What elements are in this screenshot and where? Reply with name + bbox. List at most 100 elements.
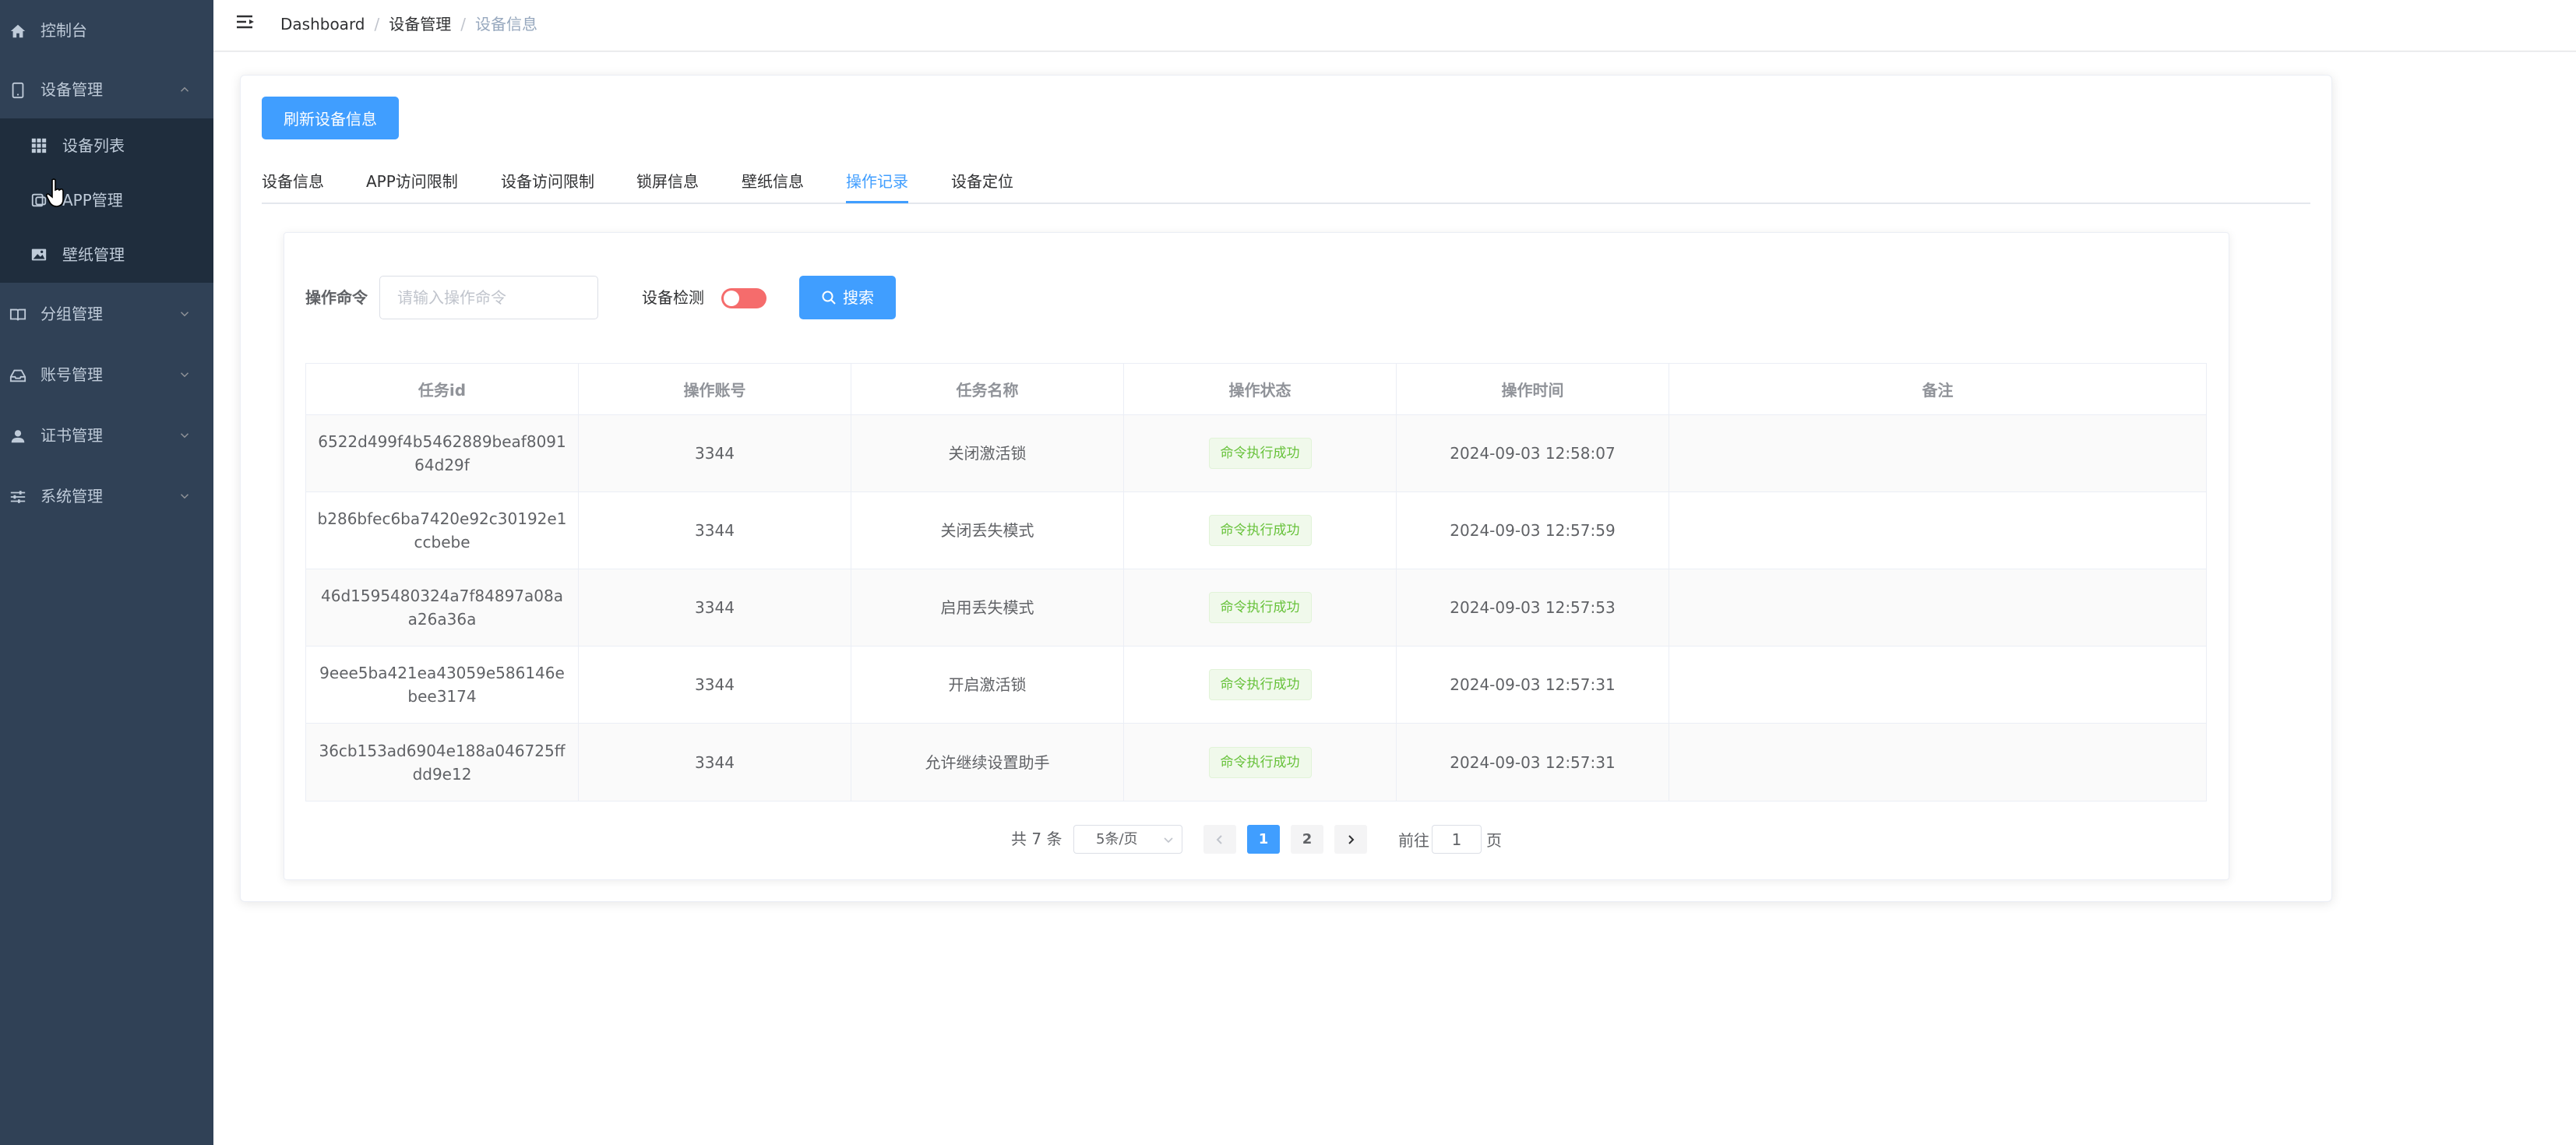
sidebar-item-label: 设备管理	[41, 80, 103, 99]
cell-note	[1669, 492, 2206, 569]
command-label: 操作命令	[305, 288, 368, 307]
cell-time: 2024-09-03 12:57:59	[1397, 492, 1669, 569]
status-badge: 命令执行成功	[1208, 746, 1312, 778]
page-button-1[interactable]: 1	[1247, 825, 1280, 854]
image-icon	[31, 248, 47, 261]
column-header-task-name: 任务名称	[851, 364, 1124, 414]
sidebar-item-system-management[interactable]: 系统管理	[0, 466, 213, 527]
sliders-icon	[10, 491, 26, 503]
tab-lock-screen-info[interactable]: 锁屏信息	[636, 171, 699, 192]
tab-app-restriction[interactable]: APP访问限制	[366, 171, 458, 192]
book-icon	[9, 308, 26, 321]
sidebar-item-group-management[interactable]: 分组管理	[0, 284, 213, 344]
cell-account: 3344	[579, 724, 851, 801]
column-header-status: 操作状态	[1124, 364, 1397, 414]
chevron-down-icon	[1164, 837, 1173, 844]
tab-operation-log[interactable]: 操作记录	[846, 171, 908, 192]
command-input[interactable]	[380, 277, 597, 319]
refresh-device-button[interactable]: 刷新设备信息	[262, 97, 399, 139]
next-page-button[interactable]	[1334, 825, 1367, 854]
cell-status: 命令执行成功	[1124, 569, 1397, 646]
sidebar-item-account-management[interactable]: 账号管理	[0, 344, 213, 405]
table-row: 6522d499f4b5462889beaf809164d29f 3344 关闭…	[306, 415, 2206, 492]
submenu-device-management: 设备列表 APP管理 壁纸管理	[0, 118, 213, 283]
cell-status: 命令执行成功	[1124, 646, 1397, 723]
cell-task-id: 46d1595480324a7f84897a08aa26a36a	[306, 569, 579, 646]
cell-task-id: 6522d499f4b5462889beaf809164d29f	[306, 415, 579, 491]
cell-status: 命令执行成功	[1124, 415, 1397, 491]
page-size-select[interactable]: 5条/页	[1073, 825, 1182, 854]
sidebar-item-label: 账号管理	[41, 365, 103, 384]
table-row: 36cb153ad6904e188a046725ffdd9e12 3344 允许…	[306, 724, 2206, 801]
cell-time: 2024-09-03 12:57:53	[1397, 569, 1669, 646]
sidebar-item-device-management[interactable]: 设备管理	[0, 59, 213, 120]
cell-task-id: b286bfec6ba7420e92c30192e1ccbebe	[306, 492, 579, 569]
breadcrumb-separator: /	[460, 15, 467, 33]
chevron-right-icon	[1348, 834, 1355, 844]
hamburger-icon[interactable]	[235, 13, 257, 33]
cell-time: 2024-09-03 12:57:31	[1397, 646, 1669, 723]
tab-device-info[interactable]: 设备信息	[262, 171, 324, 192]
prev-page-button[interactable]	[1203, 825, 1236, 854]
chevron-down-icon	[180, 372, 189, 378]
status-badge: 命令执行成功	[1208, 438, 1312, 469]
table-row: 9eee5ba421ea43059e586146ebee3174 3344 开启…	[306, 646, 2206, 724]
sidebar-item-label: 控制台	[41, 21, 87, 40]
chevron-left-icon	[1216, 834, 1222, 844]
page-suffix-label: 页	[1486, 831, 1502, 850]
breadcrumb-device-management[interactable]: 设备管理	[389, 15, 451, 33]
cell-note	[1669, 724, 2206, 801]
cell-task-id: 9eee5ba421ea43059e586146ebee3174	[306, 646, 579, 723]
switch-knob	[724, 291, 739, 306]
home-icon	[10, 24, 26, 38]
goto-page-wrapper	[1432, 825, 1482, 854]
sidebar-item-wallpaper-management[interactable]: 壁纸管理	[0, 227, 213, 282]
sidebar-item-label: 分组管理	[41, 305, 103, 323]
cell-account: 3344	[579, 492, 851, 569]
sidebar-item-certificate-management[interactable]: 证书管理	[0, 405, 213, 466]
sidebar-item-device-list[interactable]: 设备列表	[0, 118, 213, 173]
sidebar-item-label: 系统管理	[41, 487, 103, 506]
goto-page-input[interactable]	[1432, 826, 1481, 853]
cell-account: 3344	[579, 646, 851, 723]
column-header-time: 操作时间	[1397, 364, 1669, 414]
sidebar-item-label: 壁纸管理	[62, 245, 125, 264]
sidebar-item-dashboard[interactable]: 控制台	[0, 0, 213, 61]
column-header-task-id: 任务id	[306, 364, 579, 414]
sidebar-item-label: APP管理	[62, 191, 123, 210]
cell-note	[1669, 415, 2206, 491]
column-header-note: 备注	[1922, 381, 1954, 400]
person-icon	[11, 430, 25, 443]
active-tab-indicator	[846, 201, 908, 203]
tablet-icon	[12, 82, 24, 99]
breadcrumb-dashboard[interactable]: Dashboard	[280, 15, 365, 33]
page-size-value: 5条/页	[1096, 831, 1138, 847]
search-icon	[822, 291, 836, 305]
search-button[interactable]: 搜索	[799, 276, 896, 319]
pagination-total: 共 7 条	[1011, 830, 1062, 848]
device-detect-label: 设备检测	[642, 288, 704, 307]
sidebar-item-app-management[interactable]: APP管理	[0, 173, 213, 227]
cell-time: 2024-09-03 12:58:07	[1397, 415, 1669, 491]
tab-device-restriction[interactable]: 设备访问限制	[501, 171, 594, 192]
cell-status: 命令执行成功	[1124, 492, 1397, 569]
cell-task-name: 关闭丢失模式	[851, 492, 1124, 569]
cell-note	[1669, 569, 2206, 646]
chevron-down-icon	[180, 433, 189, 439]
search-button-label: 搜索	[843, 288, 874, 307]
device-detect-switch[interactable]	[721, 288, 766, 308]
status-badge: 命令执行成功	[1208, 515, 1312, 546]
table-header: 任务id 操作账号 任务名称 操作状态 操作时间 备注	[306, 364, 2206, 415]
cell-note	[1669, 646, 2206, 723]
chevron-down-icon	[180, 494, 189, 499]
chevron-up-icon	[180, 86, 189, 92]
cell-task-id: 36cb153ad6904e188a046725ffdd9e12	[306, 724, 579, 801]
grid-icon	[31, 138, 47, 153]
breadcrumb-separator: /	[374, 15, 380, 33]
tab-device-location[interactable]: 设备定位	[951, 171, 1013, 192]
table-row: 46d1595480324a7f84897a08aa26a36a 3344 启用…	[306, 569, 2206, 646]
page-button-2[interactable]: 2	[1291, 825, 1323, 854]
cell-status: 命令执行成功	[1124, 724, 1397, 801]
account-icon	[9, 369, 26, 382]
tab-wallpaper-info[interactable]: 壁纸信息	[742, 171, 804, 192]
